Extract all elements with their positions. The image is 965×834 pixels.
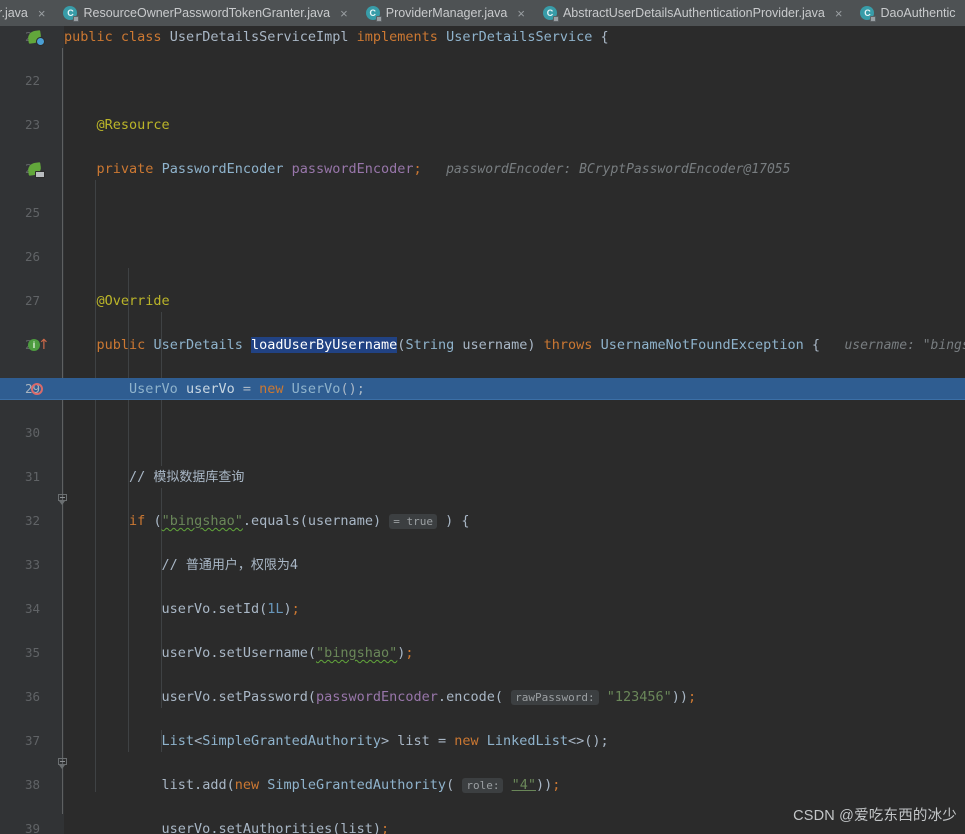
line-number: 34	[24, 601, 40, 616]
tab-label: r.java	[0, 6, 28, 20]
code-text: userVo.setId(1L);	[64, 601, 300, 617]
java-class-icon: C	[860, 5, 877, 22]
code-text: userVo.setUsername("bingshao");	[64, 645, 414, 661]
code-text: List<SimpleGrantedAuthority> list = new …	[161, 733, 609, 749]
code-line[interactable]: 25	[0, 202, 965, 224]
selected-identifier: loadUserByUsername	[250, 337, 398, 353]
code-line[interactable]: 34 userVo.setId(1L);	[0, 598, 965, 620]
editor-tab-bar[interactable]: r.java × C ResourceOwnerPasswordTokenGra…	[0, 0, 965, 26]
java-class-icon: C	[63, 5, 80, 22]
code-line[interactable]: 37 List<SimpleGrantedAuthority> list = n…	[0, 730, 965, 752]
code-line[interactable]: 27 @Override	[0, 290, 965, 312]
code-line[interactable]: 31 // 模拟数据库查询	[0, 466, 965, 488]
spring-bean-icon[interactable]	[27, 30, 45, 46]
inlay-hint-username: username: "bingsh	[844, 338, 965, 353]
close-icon[interactable]: ×	[338, 7, 350, 20]
line-number: 27	[24, 293, 40, 308]
tab-providermanager[interactable]: C ProviderManager.java ×	[357, 0, 534, 26]
lock-icon	[375, 15, 382, 22]
code-line[interactable]: 23 @Resource	[0, 114, 965, 136]
close-icon[interactable]: ×	[515, 7, 527, 20]
inlay-hint-passwordencoder: passwordEncoder: BCryptPasswordEncoder@1…	[446, 162, 791, 177]
code-line[interactable]: 32 if ("bingshao".equals(username) = tru…	[0, 510, 965, 769]
editor-window: r.java × C ResourceOwnerPasswordTokenGra…	[0, 0, 965, 834]
tab-label: AbstractUserDetailsAuthenticationProvide…	[562, 6, 825, 20]
line-number: 37	[24, 733, 40, 748]
code-editor[interactable]: 21 public class UserDetailsServiceImpl i…	[0, 26, 965, 834]
code-text: @Resource	[96, 117, 170, 133]
code-line[interactable]: 36 userVo.setPassword(passwordEncoder.en…	[0, 686, 965, 708]
line-number: 33	[24, 557, 40, 572]
code-text: userVo.setPassword(passwordEncoder.encod…	[64, 689, 697, 705]
code-text: @Override	[96, 293, 170, 309]
line-number: 32	[24, 513, 40, 528]
lock-icon	[73, 15, 80, 22]
java-class-icon: C	[365, 5, 382, 22]
line-number: 30	[24, 425, 40, 440]
close-icon[interactable]: ×	[36, 7, 48, 20]
code-lines[interactable]: 21 public class UserDetailsServiceImpl i…	[0, 26, 965, 834]
tab-label: ProviderManager.java	[385, 6, 508, 20]
tab-daoauthenticationprovider[interactable]: C DaoAuthentic	[851, 0, 965, 26]
spring-bean-autowire-icon[interactable]	[27, 162, 45, 178]
code-text: // 普通用户，权限为4	[64, 557, 299, 573]
code-text: public UserDetails loadUserByUsername(St…	[64, 334, 965, 356]
code-line-current[interactable]: 29 UserVo userVo = new UserVo();	[0, 378, 965, 400]
code-line[interactable]: 35 userVo.setUsername("bingshao");	[0, 642, 965, 664]
code-line[interactable]: 21 public class UserDetailsServiceImpl i…	[0, 26, 965, 48]
code-line[interactable]: 30	[0, 422, 965, 444]
code-text: public class UserDetailsServiceImpl impl…	[64, 29, 609, 45]
lock-icon	[870, 15, 877, 22]
code-line[interactable]: 33 // 普通用户，权限为4	[0, 554, 965, 576]
watermark: CSDN @爱吃东西的冰少	[793, 808, 957, 824]
code-line[interactable]: 28 i public UserDetails loadUserByUserna…	[0, 334, 965, 505]
tab-abstractuserdetailsauthenticationprovider[interactable]: C AbstractUserDetailsAuthenticationProvi…	[534, 0, 852, 26]
code-text: // 模拟数据库查询	[64, 469, 245, 485]
code-text: private PasswordEncoder passwordEncoder;…	[96, 161, 791, 177]
code-text: list.add(new SimpleGrantedAuthority( rol…	[64, 777, 561, 793]
code-text: if ("bingshao".equals(username) = true )…	[129, 513, 470, 529]
inlay-chip-rawpassword: rawPassword:	[511, 690, 599, 705]
close-icon[interactable]: ×	[833, 7, 845, 20]
code-line[interactable]: 38 list.add(new SimpleGrantedAuthority( …	[0, 774, 965, 796]
line-number: 35	[24, 645, 40, 660]
tab-resourceownerpasswordtokengranter-partial[interactable]: r.java ×	[0, 0, 54, 26]
breakpoint-icon[interactable]	[31, 383, 43, 395]
lock-icon	[552, 15, 559, 22]
inlay-chip-role: role:	[462, 778, 504, 793]
line-number: 25	[24, 205, 40, 220]
line-number: 39	[24, 821, 40, 834]
inlay-chip-equals-result: = true	[389, 514, 437, 529]
code-line[interactable]: 26	[0, 246, 965, 268]
line-number: 22	[24, 73, 40, 88]
code-text: UserVo userVo = new UserVo();	[129, 381, 365, 397]
tab-resourceownerpasswordtokengranter[interactable]: C ResourceOwnerPasswordTokenGranter.java…	[54, 0, 356, 26]
line-number: 36	[24, 689, 40, 704]
tab-label: DaoAuthentic	[880, 6, 956, 20]
code-line[interactable]: 24 private PasswordEncoder passwordEncod…	[0, 158, 965, 180]
line-number: 31	[24, 469, 40, 484]
tab-label: ResourceOwnerPasswordTokenGranter.java	[83, 6, 331, 20]
java-class-icon: C	[542, 5, 559, 22]
code-text: userVo.setAuthorities(list);	[64, 821, 390, 834]
line-number: 26	[24, 249, 40, 264]
code-line[interactable]: 22	[0, 70, 965, 92]
line-number: 38	[24, 777, 40, 792]
line-number: 23	[24, 117, 40, 132]
